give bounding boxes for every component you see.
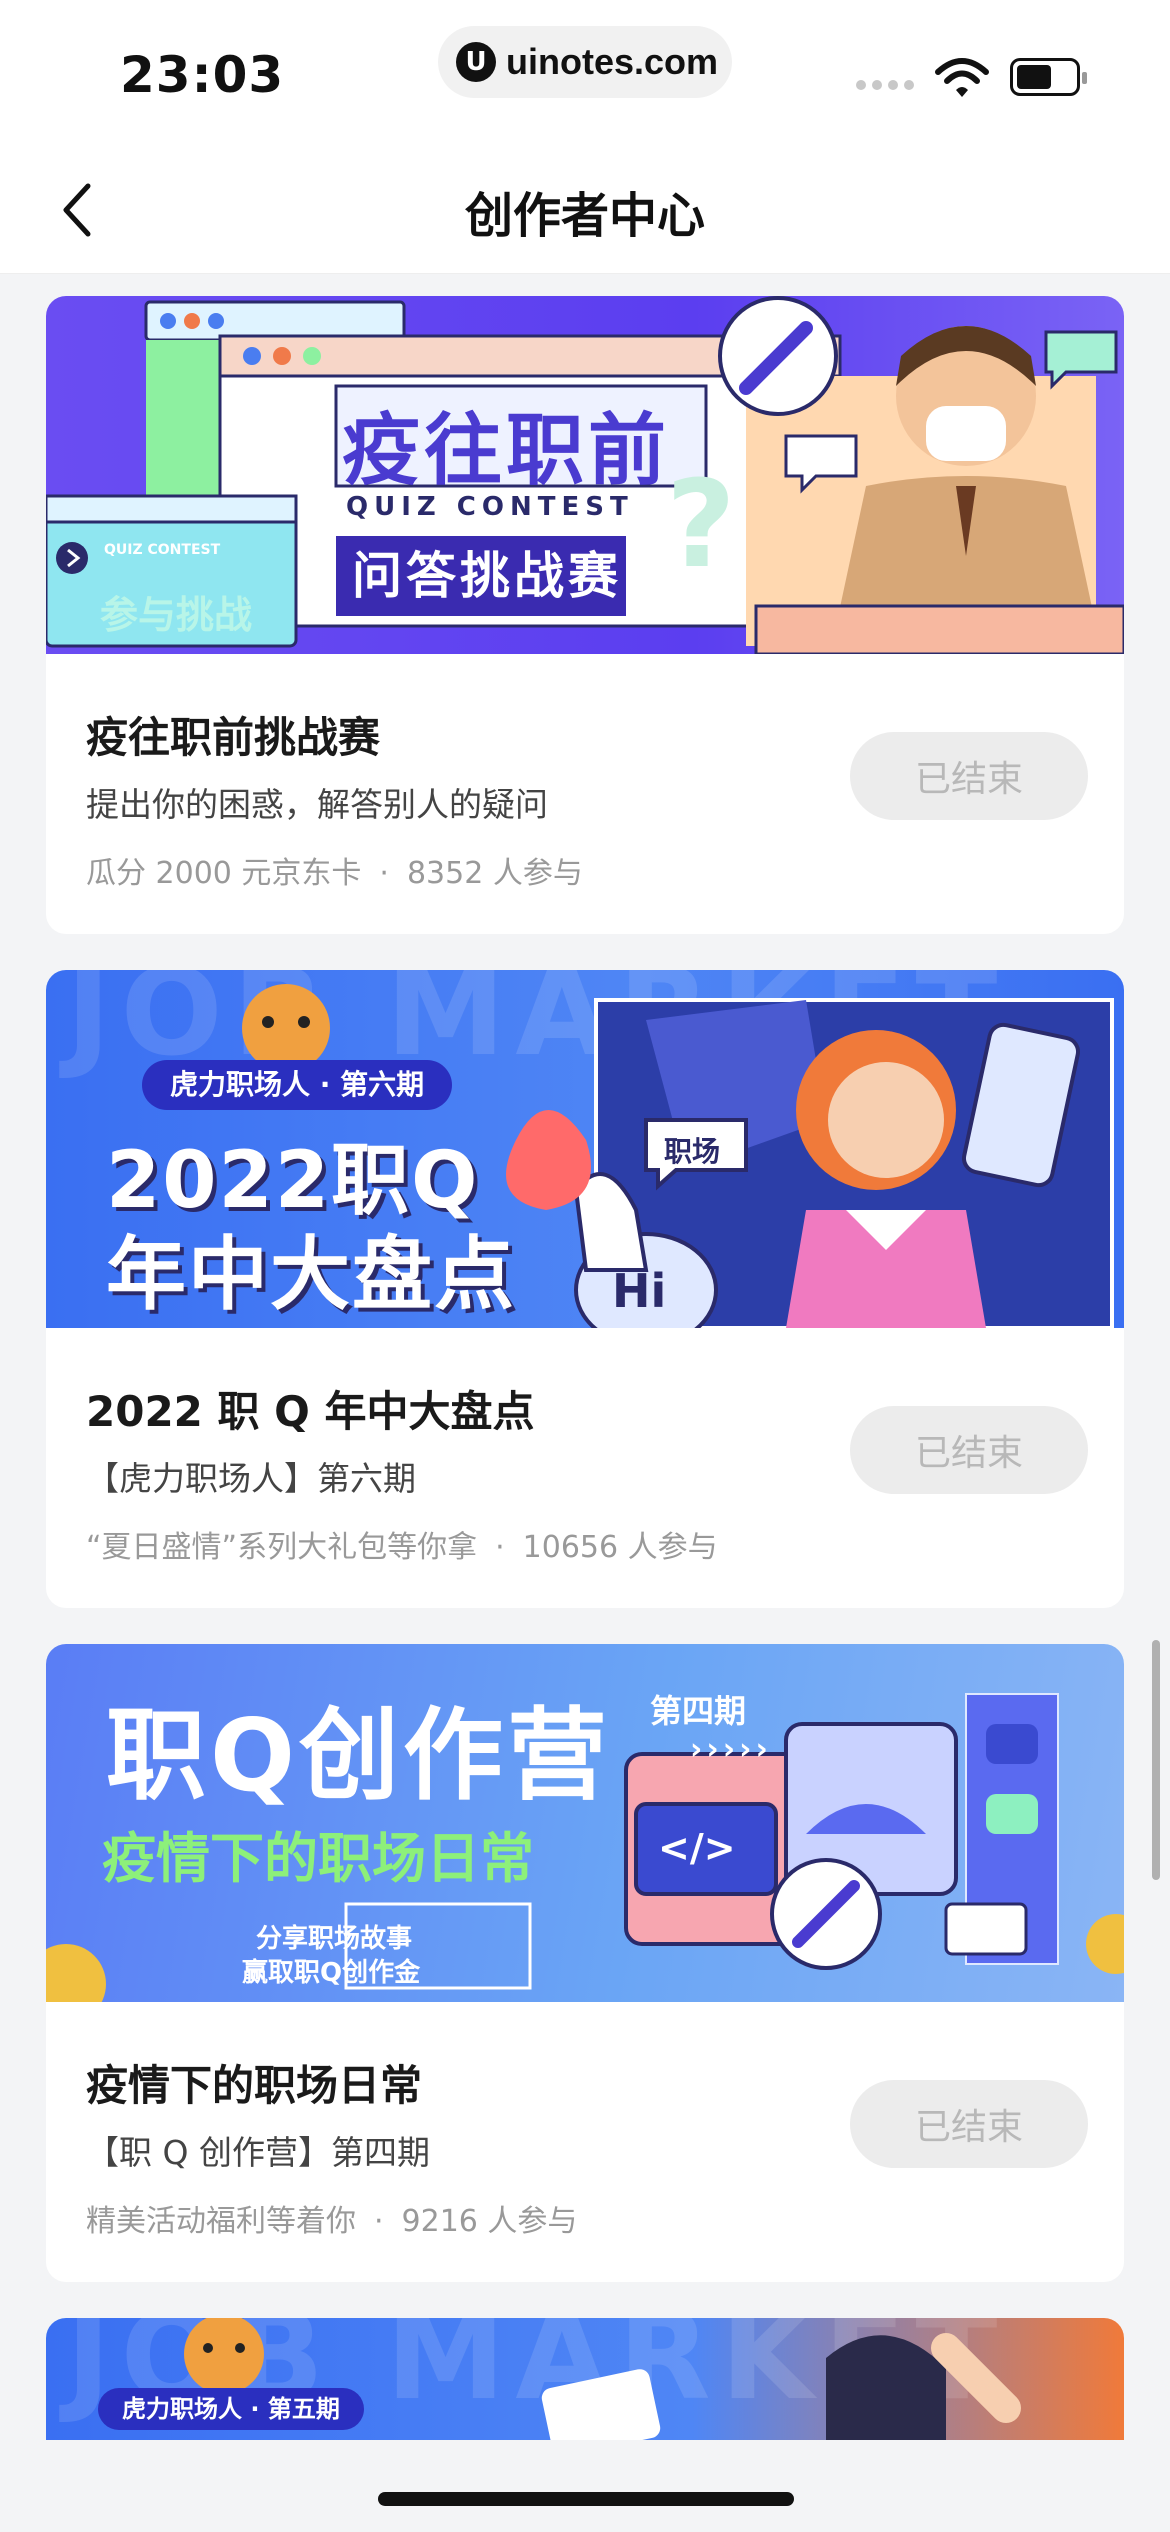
activity-card[interactable]: JOB MARKET 虎力职场人 · 第六期 2022职Q 年中大盘点 职场 H… [46, 970, 1124, 1608]
banner-bubble-text: 职场 [664, 1135, 721, 1168]
banner-issue-text: 第四期 [650, 1692, 747, 1730]
activity-banner: JOB MARKET 虎力职场人 · 第六期 2022职Q 年中大盘点 职场 H… [46, 970, 1124, 1328]
banner-mini-en: QUIZ CONTEST [104, 542, 221, 558]
activity-card-partial[interactable]: JOB MARKET 虎力职场人 · 第五期 [46, 2318, 1124, 2440]
activity-card[interactable]: 职Q创作营 第四期 ››››› 疫情下的职场日常 分享职场故事 赢取职Q创作金 … [46, 1644, 1124, 2282]
reward-text: 瓜分 2000 元京东卡 [86, 856, 362, 891]
card-title: 疫往职前挑战赛 [86, 713, 381, 762]
card-subtitle: 【虎力职场人】第六期 [86, 1459, 416, 1498]
reward-text: “夏日盛情”系列大礼包等你拿 [86, 1530, 478, 1565]
reward-text: 精美活动福利等着你 [86, 2204, 356, 2239]
card-meta: 瓜分 2000 元京东卡 · 8352 人参与 [86, 856, 583, 891]
status-ended-button[interactable]: 已结束 [850, 732, 1088, 820]
banner-tag: 虎力职场人 · 第六期 [142, 1060, 453, 1110]
card-meta: “夏日盛情”系列大礼包等你拿 · 10656 人参与 [86, 1530, 718, 1565]
banner-headline: 疫往职前 [342, 406, 671, 496]
banner-subheadline: 疫情下的职场日常 [102, 1827, 534, 1890]
activity-card[interactable]: ? 疫往职前 QUIZ CONTEST 问答挑战赛 QUIZ CONTEST 参… [46, 296, 1124, 934]
code-icon: </> [658, 1826, 736, 1870]
status-ended-button[interactable]: 已结束 [850, 2080, 1088, 2168]
signal-icon [856, 80, 914, 90]
card-subtitle: 【职 Q 创作营】第四期 [86, 2133, 430, 2172]
wifi-icon [935, 58, 989, 97]
banner-cta-1: 分享职场故事 [256, 1924, 413, 1954]
battery-icon [1010, 58, 1087, 96]
status-bar: 23:03 U uinotes.com [0, 0, 1170, 140]
banner-side-text: 参与挑战 [100, 593, 253, 637]
participants-text: 10656 人参与 [522, 1530, 718, 1565]
banner-en-text: QUIZ CONTEST [346, 492, 634, 522]
card-subtitle: 提出你的困惑，解答别人的疑问 [86, 785, 548, 824]
card-body: 疫情下的职场日常 【职 Q 创作营】第四期 精美活动福利等着你 · 9216 人参与… [46, 2002, 1124, 2282]
card-body: 疫往职前挑战赛 提出你的困惑，解答别人的疑问 瓜分 2000 元京东卡 · 8352… [46, 654, 1124, 934]
banner-subheadline: 年中大盘点 [106, 1228, 516, 1321]
banner-hi-text: Hi [612, 1264, 667, 1318]
url-pill[interactable]: U uinotes.com [438, 26, 732, 98]
banner-arrows: ››››› [690, 1732, 772, 1767]
page-title: 创作者中心 [464, 188, 705, 244]
activity-banner: 职Q创作营 第四期 ››››› 疫情下的职场日常 分享职场故事 赢取职Q创作金 … [46, 1644, 1124, 2002]
banner-cta-2: 赢取职Q创作金 [242, 1958, 421, 1988]
nav-bar: 创作者中心 [0, 140, 1170, 274]
banner-tag: 虎力职场人 · 第五期 [98, 2388, 364, 2430]
status-time: 23:03 [120, 46, 285, 104]
scrollbar[interactable] [1152, 1640, 1160, 1880]
activity-banner: ? 疫往职前 QUIZ CONTEST 问答挑战赛 QUIZ CONTEST 参… [46, 296, 1124, 654]
site-icon: U [456, 42, 496, 82]
card-title: 2022 职 Q 年中大盘点 [86, 1387, 535, 1436]
activity-banner: JOB MARKET 虎力职场人 · 第五期 [46, 2318, 1124, 2440]
home-indicator[interactable] [378, 2492, 794, 2506]
card-meta: 精美活动福利等着你 · 9216 人参与 [86, 2204, 578, 2239]
card-body: 2022 职 Q 年中大盘点 【虎力职场人】第六期 “夏日盛情”系列大礼包等你拿… [46, 1328, 1124, 1608]
card-title: 疫情下的职场日常 [86, 2061, 423, 2110]
banner-subheadline: 问答挑战赛 [352, 547, 622, 605]
banner-headline: 职Q创作营 [106, 1697, 612, 1814]
participants-text: 8352 人参与 [406, 856, 583, 891]
svg-text:?: ? [666, 456, 736, 595]
participants-text: 9216 人参与 [401, 2204, 578, 2239]
status-ended-button[interactable]: 已结束 [850, 1406, 1088, 1494]
url-text: uinotes.com [506, 41, 719, 82]
